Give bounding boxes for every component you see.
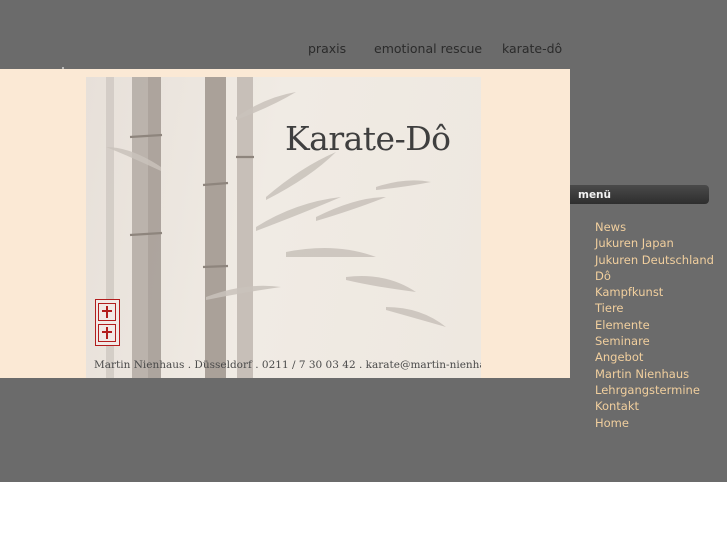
menu-header: menü [570, 185, 709, 204]
menu-link-angebot[interactable]: Angebot [595, 350, 643, 364]
side-menu: News Jukuren Japan Jukuren Deutschland D… [595, 218, 714, 430]
menu-item: Dô [595, 267, 714, 283]
menu-link-elemente[interactable]: Elemente [595, 318, 650, 332]
bamboo-artwork-image: Karate-Dô Martin Nienhaus . Düsseldorf .… [86, 77, 481, 378]
menu-link-do[interactable]: Dô [595, 269, 611, 283]
menu-item: Martin Nienhaus [595, 365, 714, 381]
menu-item: Home [595, 414, 714, 430]
menu-item: Kampfkunst [595, 283, 714, 299]
banner-title: Karate-Dô [285, 119, 451, 158]
seal-character-bottom [98, 324, 116, 342]
red-seal-stamp [95, 299, 120, 346]
seal-character-top [98, 303, 116, 321]
menu-item: Jukuren Deutschland [595, 251, 714, 267]
menu-item: News [595, 218, 714, 234]
nav-link-karate-do[interactable]: karate-dô [502, 41, 562, 56]
menu-item: Kontakt [595, 397, 714, 413]
menu-heading: menü [578, 189, 612, 201]
menu-link-seminare[interactable]: Seminare [595, 334, 650, 348]
menu-link-kampfkunst[interactable]: Kampfkunst [595, 285, 663, 299]
menu-link-news[interactable]: News [595, 220, 626, 234]
menu-item: Jukuren Japan [595, 234, 714, 250]
menu-item: Angebot [595, 348, 714, 364]
menu-item: Tiere [595, 299, 714, 315]
page-background: praxis emotional rescue karate-dô Karate… [0, 0, 727, 482]
nav-link-praxis[interactable]: praxis [308, 41, 346, 56]
menu-item: Lehrgangstermine [595, 381, 714, 397]
menu-link-martin-nienhaus[interactable]: Martin Nienhaus [595, 367, 689, 381]
menu-link-jukuren-japan[interactable]: Jukuren Japan [595, 236, 674, 250]
menu-item: Seminare [595, 332, 714, 348]
nav-link-emotional-rescue[interactable]: emotional rescue [374, 41, 482, 56]
menu-link-lehrgangstermine[interactable]: Lehrgangstermine [595, 383, 700, 397]
banner-contact-line: Martin Nienhaus . Düsseldorf . 0211 / 7 … [94, 359, 481, 371]
menu-link-tiere[interactable]: Tiere [595, 301, 624, 315]
menu-link-kontakt[interactable]: Kontakt [595, 399, 639, 413]
menu-item: Elemente [595, 316, 714, 332]
menu-link-home[interactable]: Home [595, 416, 629, 430]
header-banner: Karate-Dô Martin Nienhaus . Düsseldorf .… [0, 69, 570, 378]
menu-link-jukuren-deutschland[interactable]: Jukuren Deutschland [595, 253, 714, 267]
